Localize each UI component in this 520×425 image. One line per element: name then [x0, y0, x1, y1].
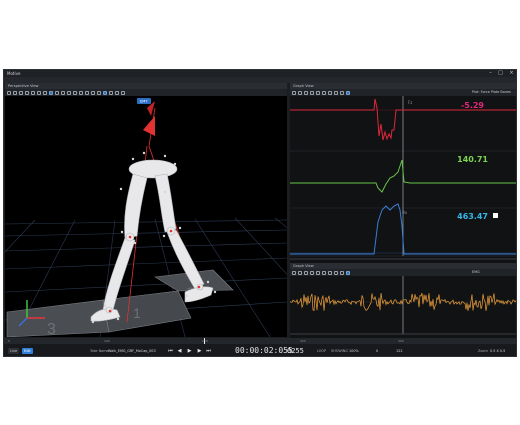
trails-icon[interactable]	[103, 90, 107, 95]
force-plate-icon[interactable]	[73, 90, 77, 95]
marker-icon[interactable]	[55, 90, 59, 95]
grid-icon[interactable]	[79, 90, 83, 95]
edit-mode-button[interactable]: Edit	[22, 348, 33, 354]
rotate-tool-icon[interactable]	[19, 90, 23, 95]
graph-fit-icon[interactable]	[310, 90, 314, 95]
view-cube-icon[interactable]	[85, 90, 89, 95]
graph-zoom-icon[interactable]	[304, 90, 308, 95]
scale-tool-icon[interactable]	[25, 90, 29, 95]
channel-value-fz: -5.29	[461, 101, 484, 110]
labels-icon[interactable]	[97, 90, 101, 95]
close-icon[interactable]: ×	[507, 70, 516, 77]
graph-trim-icon[interactable]	[340, 90, 344, 95]
timecode-display: 00:00:02:055	[235, 346, 293, 355]
motive-window: Motive – □ × File Edit View Layout Tools…	[3, 69, 517, 357]
live-mode-button[interactable]: Live	[8, 348, 20, 354]
visual-aids-icon[interactable]	[49, 90, 53, 95]
rigid-body-icon[interactable]	[67, 90, 71, 95]
graph-delete-icon[interactable]	[322, 90, 326, 95]
translate-tool-icon[interactable]	[13, 90, 17, 95]
graph2-pan-icon[interactable]	[298, 270, 302, 275]
zoom-out-icon[interactable]	[43, 90, 47, 95]
graph2-live-icon[interactable]	[346, 270, 350, 275]
channel-label-fz: Fz	[408, 100, 412, 105]
force-arrow-icon	[143, 116, 155, 136]
channel-value-green: 140.71	[457, 155, 488, 164]
graph-smooth-icon[interactable]	[334, 90, 338, 95]
plate-label-3: 3	[47, 321, 56, 337]
speed-select[interactable]: 100%	[349, 348, 359, 354]
graph2-plot-area[interactable]	[290, 276, 516, 338]
perspective-viewport[interactable]: 3 1 2 EMT	[5, 96, 287, 337]
green-series-line	[290, 159, 516, 193]
take-name-field[interactable]: Walk_EMG_GRF_MoCap_003	[108, 348, 156, 354]
skip-start-icon[interactable]: ⏮	[167, 348, 174, 354]
graph2-toolbar: EMG	[290, 269, 516, 276]
graph1-plot-area[interactable]: -5.29 Fz 140.71 463.47 Bx	[290, 96, 516, 269]
frame-number: 0255	[287, 347, 304, 355]
step-forward-icon[interactable]: ▶	[196, 348, 203, 354]
measure-icon[interactable]	[91, 90, 95, 95]
range-start-field[interactable]: 0	[376, 348, 378, 354]
select-tool-icon[interactable]	[7, 90, 11, 95]
channel-label-bx: Bx	[402, 210, 408, 215]
reset-view-icon[interactable]	[115, 90, 119, 95]
step-back-icon[interactable]: ◀	[176, 348, 183, 354]
title-bar: Motive – □ ×	[4, 70, 516, 77]
svg-text:EMT: EMT	[140, 100, 148, 104]
play-icon[interactable]: ▶	[186, 348, 193, 354]
graph-select-icon[interactable]	[292, 90, 296, 95]
camera-icon[interactable]	[31, 90, 35, 95]
graph1-toolbar: Plot: Force Plate Bones	[290, 89, 516, 96]
graph-pan-icon[interactable]	[298, 90, 302, 95]
zoom-in-icon[interactable]	[37, 90, 41, 95]
graph-fill-icon[interactable]	[328, 90, 332, 95]
emg-plot	[290, 276, 516, 335]
channel-toggle-icon[interactable]	[493, 213, 498, 218]
graph2-select-icon[interactable]	[292, 270, 296, 275]
graph-lock-icon[interactable]	[316, 90, 320, 95]
app-title: Motive	[7, 71, 21, 76]
graph2-fill-icon[interactable]	[328, 270, 332, 275]
scene-3d: 3 1 2 EMT	[5, 98, 287, 337]
settings-icon[interactable]	[121, 90, 125, 95]
zoom-value[interactable]: 0.5 X 0.5	[490, 348, 505, 354]
graph1-plots: -5.29 Fz 140.71 463.47 Bx	[290, 96, 516, 260]
skeleton-icon[interactable]	[61, 90, 65, 95]
plate-label-1: 1	[133, 305, 141, 321]
overlay-icon[interactable]	[109, 90, 113, 95]
viewport-toolbar	[5, 89, 287, 96]
graph1-layout-select[interactable]: Plot: Force Plate Bones	[472, 89, 511, 96]
graph2-layout-select[interactable]: EMG	[472, 269, 480, 276]
speed-label: SHOWING	[331, 349, 348, 353]
graph2-lock-icon[interactable]	[316, 270, 320, 275]
minimize-icon[interactable]: –	[486, 70, 495, 77]
graph-live-icon[interactable]	[346, 90, 350, 95]
graph2-delete-icon[interactable]	[322, 270, 326, 275]
playback-bar: 0 100 200 300 400 Live Edit Take Name Wa…	[4, 338, 516, 356]
loop-toggle[interactable]: LOOP	[317, 348, 326, 354]
graph2-zoom-icon[interactable]	[304, 270, 308, 275]
take-name-label: Take Name	[90, 349, 109, 353]
transport-controls: Live Edit Take Name Walk_EMG_GRF_MoCap_0…	[4, 344, 516, 356]
channel-value-bx: 463.47	[457, 212, 488, 221]
skip-end-icon[interactable]: ⏭	[205, 348, 212, 354]
maximize-icon[interactable]: □	[496, 70, 505, 77]
graph2-smooth-icon[interactable]	[334, 270, 338, 275]
graph2-trim-icon[interactable]	[340, 270, 344, 275]
zoom-label: Zoom	[478, 349, 488, 353]
graph2-fit-icon[interactable]	[310, 270, 314, 275]
range-end-field[interactable]: 122	[396, 348, 402, 354]
